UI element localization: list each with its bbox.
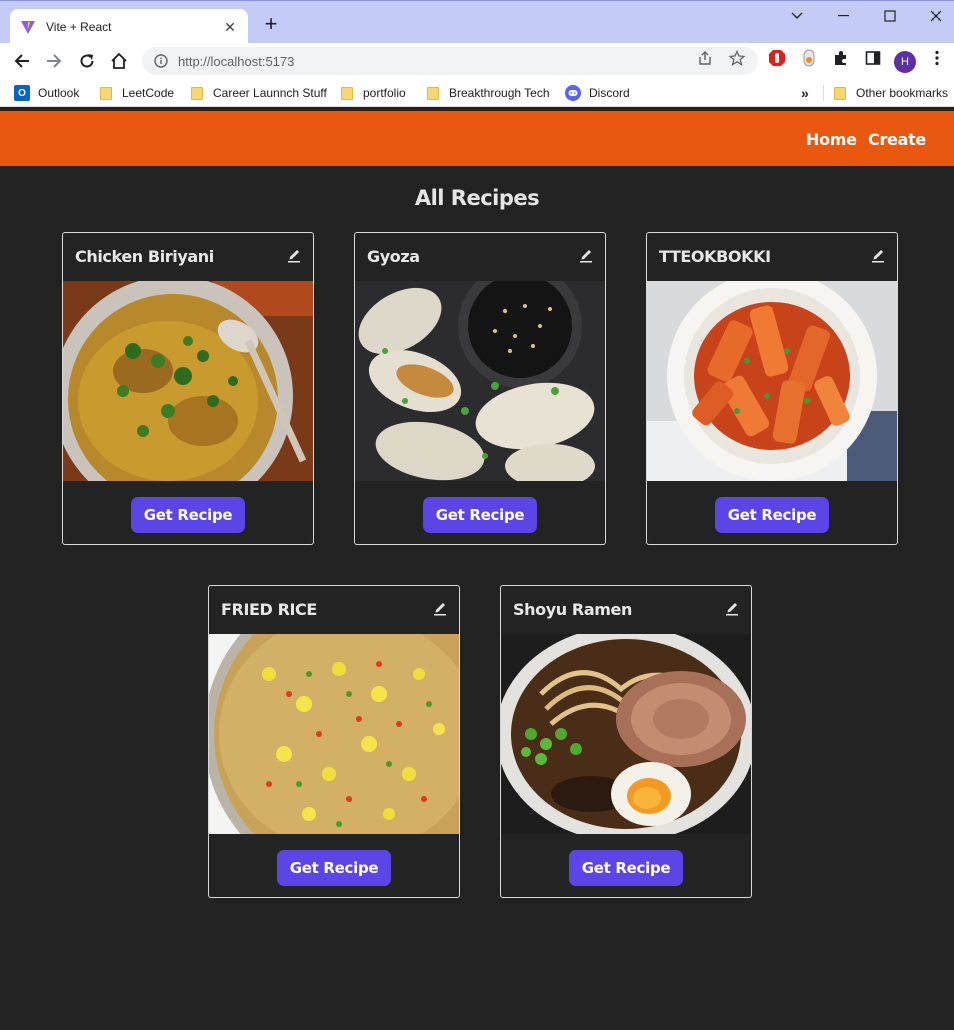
share-icon[interactable] bbox=[696, 49, 714, 67]
profile-avatar[interactable]: H bbox=[894, 51, 916, 73]
recipe-card: TTEOKBOKKI Get Recipe bbox=[646, 232, 898, 545]
recipe-image bbox=[355, 281, 605, 481]
bookmark-label: Outlook bbox=[38, 86, 80, 100]
app-navbar: Home Create bbox=[0, 111, 954, 166]
folder-icon bbox=[341, 86, 353, 100]
reload-icon[interactable] bbox=[77, 51, 97, 71]
get-recipe-button[interactable]: Get Recipe bbox=[423, 497, 537, 533]
get-recipe-button[interactable]: Get Recipe bbox=[277, 850, 391, 886]
vite-logo-icon bbox=[21, 21, 35, 34]
edit-pencil-icon[interactable] bbox=[433, 600, 447, 616]
new-tab-icon[interactable]: + bbox=[262, 13, 280, 35]
maximize-icon[interactable] bbox=[875, 5, 905, 27]
recipe-title: TTEOKBOKKI bbox=[659, 247, 771, 266]
bookmark-outlook[interactable]: O Outlook bbox=[14, 84, 79, 102]
edit-pencil-icon[interactable] bbox=[725, 600, 739, 616]
browser-toolbar: http://localhost:5173 H bbox=[0, 43, 954, 79]
tab-close-icon[interactable]: ✕ bbox=[222, 19, 238, 35]
edit-pencil-icon[interactable] bbox=[287, 247, 301, 263]
extensions-puzzle-icon[interactable] bbox=[832, 49, 850, 67]
bookmarks-overflow-icon[interactable]: » bbox=[801, 84, 809, 102]
browser-tab[interactable]: Vite + React ✕ bbox=[10, 9, 248, 45]
menu-kebab-icon[interactable] bbox=[928, 49, 946, 67]
discord-icon bbox=[565, 85, 581, 101]
bookmark-label: Breakthrough Tech bbox=[449, 86, 550, 100]
url-text[interactable]: http://localhost:5173 bbox=[178, 54, 294, 69]
get-recipe-button[interactable]: Get Recipe bbox=[131, 497, 245, 533]
recipe-card: Gyoza Get Recipe bbox=[354, 232, 606, 545]
bookmarks-divider bbox=[823, 85, 824, 101]
edit-pencil-icon[interactable] bbox=[579, 247, 593, 263]
recipe-image bbox=[63, 281, 313, 481]
recipe-card: Shoyu Ramen Get Recipe bbox=[500, 585, 752, 898]
outlook-icon: O bbox=[14, 85, 30, 101]
folder-icon bbox=[834, 86, 846, 100]
star-icon[interactable] bbox=[728, 49, 746, 67]
bookmark-leetcode[interactable]: LeetCode bbox=[100, 84, 174, 102]
extension-icon[interactable] bbox=[800, 49, 818, 67]
home-icon[interactable] bbox=[109, 51, 129, 71]
nav-home-link[interactable]: Home bbox=[806, 130, 857, 149]
bookmark-label: Career Launnch Stuff bbox=[213, 86, 327, 100]
recipe-image bbox=[209, 634, 459, 834]
recipe-title: Chicken Biriyani bbox=[75, 247, 214, 266]
recipe-title: FRIED RICE bbox=[221, 600, 317, 619]
folder-icon bbox=[191, 86, 203, 100]
recipe-title: Shoyu Ramen bbox=[513, 600, 632, 619]
nav-create-link[interactable]: Create bbox=[868, 130, 926, 149]
bookmark-label: Other bookmarks bbox=[856, 86, 949, 100]
tab-title: Vite + React bbox=[46, 20, 112, 34]
recipe-card: Chicken Biriyani Get Recipe bbox=[62, 232, 314, 545]
bookmark-breakthrough-tech[interactable]: Breakthrough Tech bbox=[427, 84, 550, 102]
recipe-image bbox=[501, 634, 751, 834]
adblock-extension-icon[interactable] bbox=[768, 49, 786, 67]
edit-pencil-icon[interactable] bbox=[871, 247, 885, 263]
forward-arrow-icon[interactable] bbox=[44, 51, 64, 71]
bookmarks-bar: O Outlook LeetCode Career Launnch Stuff … bbox=[0, 79, 954, 107]
minimize-icon[interactable] bbox=[829, 5, 859, 27]
bookmark-portfolio[interactable]: portfolio bbox=[341, 84, 406, 102]
get-recipe-button[interactable]: Get Recipe bbox=[569, 850, 683, 886]
recipe-card: FRIED RICE Get Recipe bbox=[208, 585, 460, 898]
folder-icon bbox=[427, 86, 439, 100]
recipe-image bbox=[647, 281, 897, 481]
back-arrow-icon[interactable] bbox=[12, 51, 32, 71]
tab-search-icon[interactable] bbox=[782, 5, 812, 27]
recipe-title: Gyoza bbox=[367, 247, 420, 266]
browser-titlebar: Vite + React ✕ + bbox=[0, 0, 954, 45]
page-title: All Recipes bbox=[414, 186, 540, 210]
folder-icon bbox=[100, 86, 112, 100]
address-bar[interactable]: http://localhost:5173 bbox=[142, 47, 758, 75]
close-window-icon[interactable] bbox=[921, 5, 951, 27]
side-panel-icon[interactable] bbox=[864, 49, 882, 67]
bookmark-label: LeetCode bbox=[122, 86, 175, 100]
get-recipe-button[interactable]: Get Recipe bbox=[715, 497, 829, 533]
bookmark-label: portfolio bbox=[363, 86, 406, 100]
bookmark-discord[interactable]: Discord bbox=[565, 84, 630, 102]
bookmark-career-launnch-stuff[interactable]: Career Launnch Stuff bbox=[191, 84, 327, 102]
info-icon[interactable] bbox=[154, 54, 168, 68]
bookmark-label: Discord bbox=[589, 86, 630, 100]
bookmark-other-bookmarks[interactable]: Other bookmarks bbox=[834, 84, 948, 102]
